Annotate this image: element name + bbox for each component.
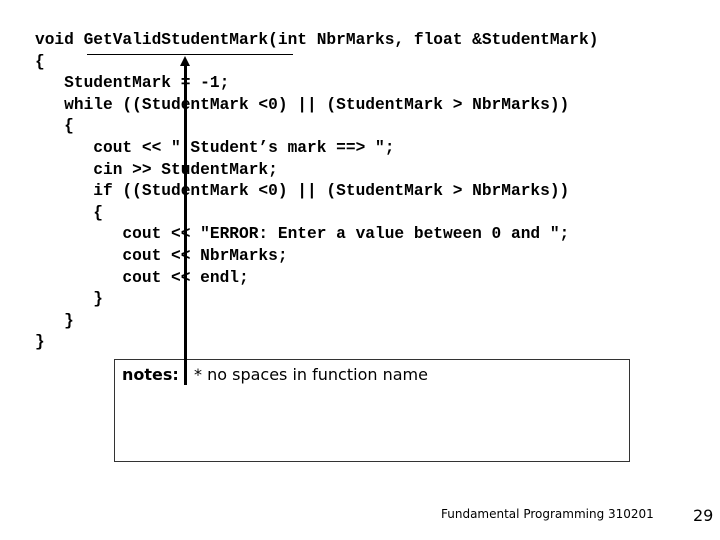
code-line: while ((StudentMark <0) || (StudentMark … <box>35 95 570 114</box>
code-line: if ((StudentMark <0) || (StudentMark > N… <box>35 182 570 201</box>
code-line: } <box>35 333 45 352</box>
arrow-up-icon <box>180 56 190 66</box>
notes-label: notes: <box>122 365 179 384</box>
code-line: void GetValidStudentMark(int NbrMarks, f… <box>35 31 599 49</box>
code-line: StudentMark = -1; <box>35 74 230 93</box>
code-line: } <box>35 311 74 330</box>
code-line: cout << " Student’s mark ==> "; <box>35 138 395 157</box>
code-line: cout << endl; <box>35 268 249 287</box>
notes-text: * no spaces in function name <box>194 365 428 384</box>
code-block: void GetValidStudentMark(int NbrMarks, f… <box>35 30 598 354</box>
function-name-underline <box>87 54 293 55</box>
footer-course-title: Fundamental Programming 310201 <box>441 507 654 521</box>
code-line: cout << "ERROR: Enter a value between 0 … <box>35 225 570 244</box>
pointer-arrow-shaft <box>184 64 187 385</box>
code-line: cin >> StudentMark; <box>35 160 278 179</box>
code-line: cout << NbrMarks; <box>35 246 288 265</box>
code-line: { <box>35 203 103 222</box>
code-line: } <box>35 290 103 309</box>
page-number: 29 <box>693 506 714 525</box>
code-line: { <box>35 117 74 136</box>
